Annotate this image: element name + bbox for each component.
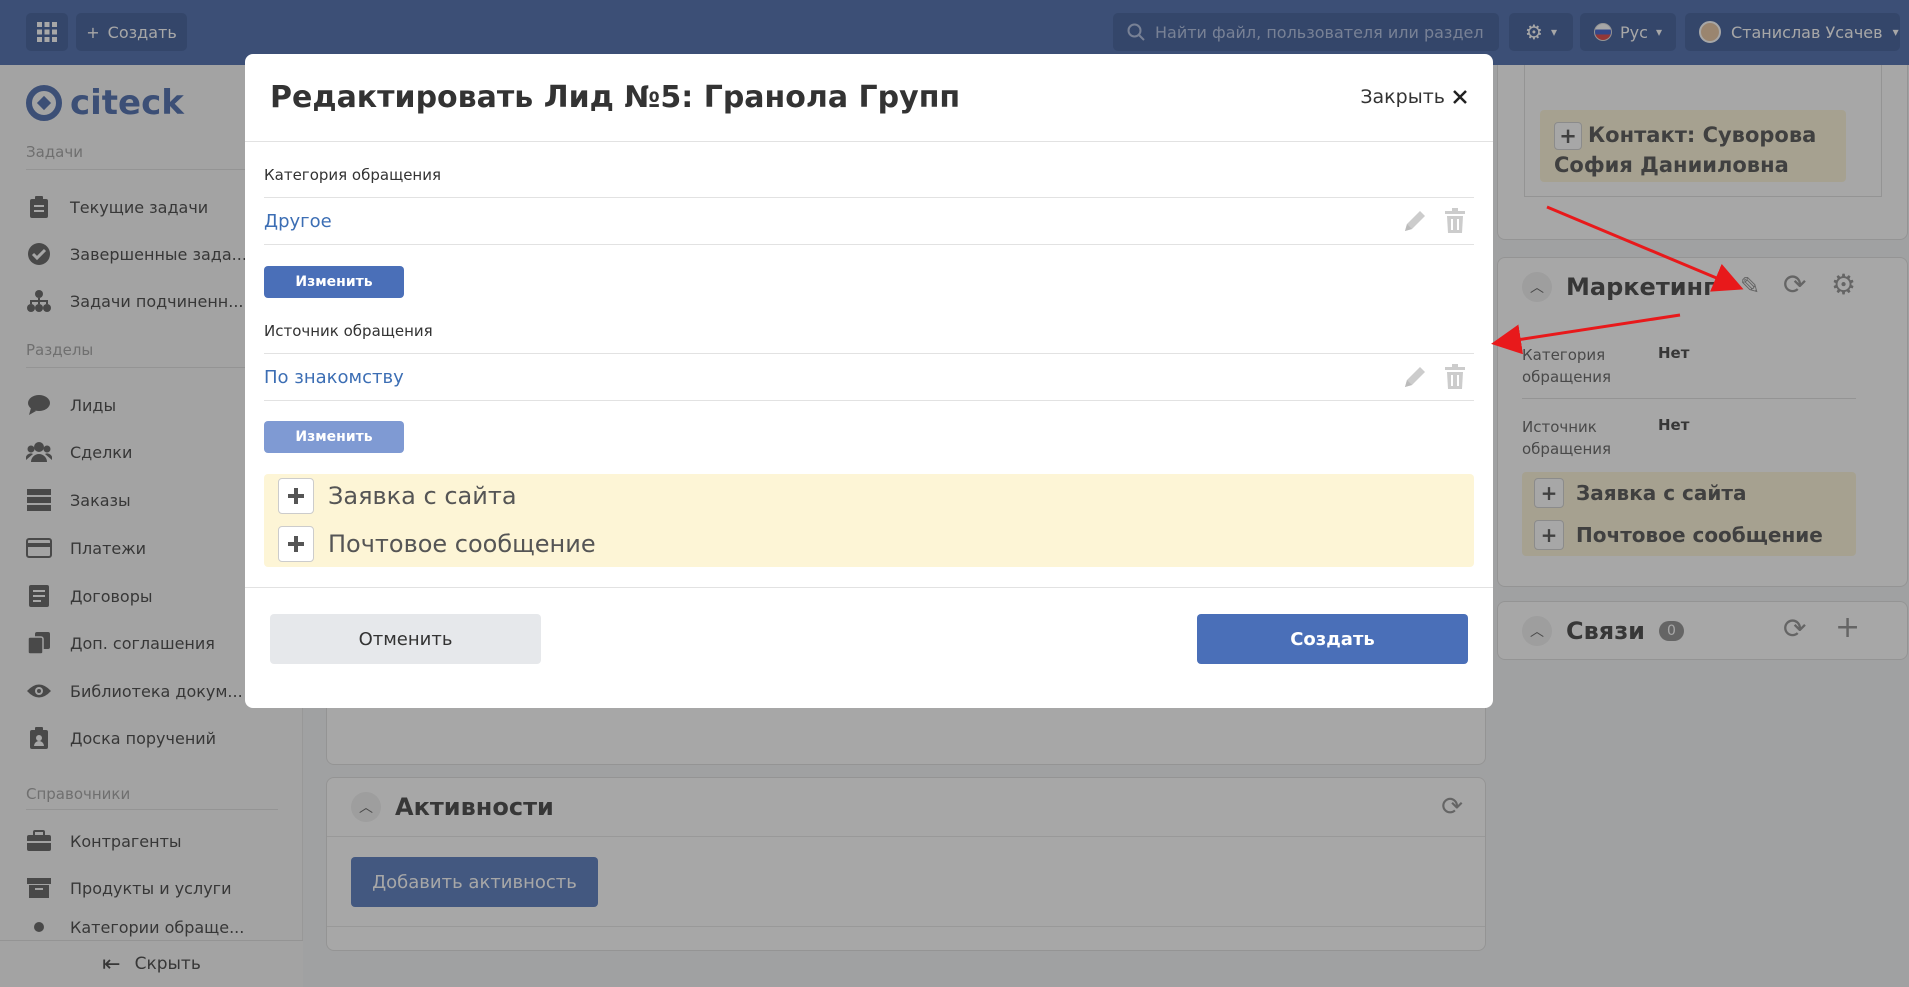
- edit-lead-modal: Редактировать Лид №5: Гранола Групп Закр…: [245, 54, 1493, 708]
- pencil-icon[interactable]: [1402, 208, 1428, 234]
- close-icon: [1453, 90, 1467, 104]
- trash-icon[interactable]: [1444, 364, 1466, 390]
- create-label: Создать: [1290, 628, 1375, 650]
- source-field-label: Источник обращения: [264, 322, 433, 340]
- plus-icon: [278, 526, 314, 562]
- close-button[interactable]: Закрыть: [1360, 86, 1467, 108]
- add-site-request-item[interactable]: Заявка с сайта: [278, 476, 517, 516]
- item-label: Заявка с сайта: [328, 482, 517, 510]
- add-related-block: Заявка с сайта Почтовое сообщение: [264, 474, 1474, 567]
- item-label: Почтовое сообщение: [328, 530, 596, 558]
- close-label: Закрыть: [1360, 86, 1445, 108]
- category-field-row: Другое: [264, 197, 1474, 245]
- plus-icon: [278, 478, 314, 514]
- trash-icon[interactable]: [1444, 208, 1466, 234]
- change-label: Изменить: [295, 429, 373, 445]
- modal-footer-divider: [245, 587, 1493, 588]
- cancel-button[interactable]: Отменить: [270, 614, 541, 664]
- cancel-label: Отменить: [358, 628, 453, 650]
- category-field-label: Категория обращения: [264, 166, 442, 184]
- change-source-button[interactable]: Изменить: [264, 421, 404, 453]
- category-value-link[interactable]: Другое: [264, 211, 332, 232]
- modal-title: Редактировать Лид №5: Гранола Групп: [270, 80, 961, 115]
- source-value-link[interactable]: По знакомству: [264, 367, 404, 388]
- source-field-row: По знакомству: [264, 353, 1474, 401]
- create-button[interactable]: Создать: [1197, 614, 1468, 664]
- change-category-button[interactable]: Изменить: [264, 266, 404, 298]
- add-mail-message-item[interactable]: Почтовое сообщение: [278, 524, 596, 564]
- pencil-icon[interactable]: [1402, 364, 1428, 390]
- change-label: Изменить: [295, 274, 373, 290]
- modal-header: Редактировать Лид №5: Гранола Групп Закр…: [245, 54, 1493, 142]
